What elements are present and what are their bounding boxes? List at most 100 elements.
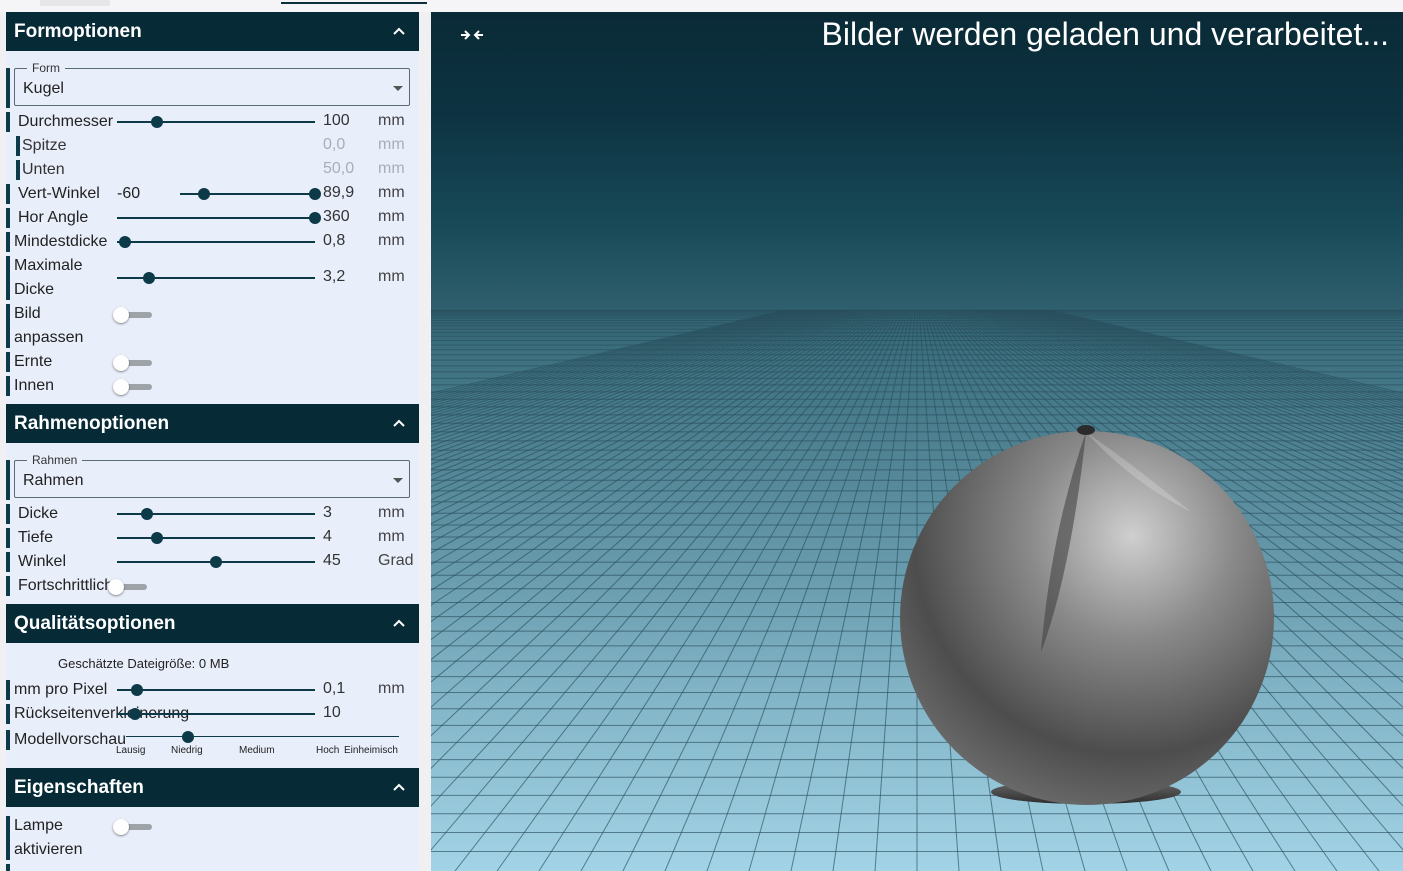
frame-select-value: Rahmen — [23, 472, 84, 489]
model-preview-slider-track[interactable] — [126, 736, 399, 737]
section-header-quality-options[interactable]: Qualitätsoptionen — [6, 604, 419, 643]
top-tab[interactable] — [40, 0, 110, 6]
section-title: Formoptionen — [14, 20, 142, 42]
section-title: Rahmenoptionen — [14, 412, 170, 434]
chevron-up-icon[interactable] — [391, 779, 407, 795]
frame-angle-row: Winkel 45 Grad — [6, 550, 419, 574]
back-reduction-slider-track[interactable] — [117, 713, 315, 715]
field-indicator — [6, 352, 10, 372]
min-thickness-unit: mm — [378, 232, 405, 249]
vert-angle-label: Vert-Winkel — [18, 185, 100, 202]
fit-image-toggle[interactable] — [113, 307, 152, 323]
fit-image-row: Bild anpassen — [6, 302, 419, 350]
bottom-value: 50,0 — [323, 160, 355, 177]
sphere-model[interactable] — [431, 12, 1403, 871]
field-indicator — [6, 704, 10, 724]
toggle-knob[interactable] — [113, 819, 129, 835]
mm-per-pixel-unit: mm — [378, 680, 405, 697]
frame-advanced-label: Fortschrittlich — [18, 577, 114, 594]
field-indicator — [6, 730, 10, 750]
chevron-up-icon[interactable] — [391, 23, 407, 39]
estimated-file-size: Geschätzte Dateigröße: 0 MB — [58, 656, 230, 671]
vert-angle-row: Vert-Winkel -60 89,9 mm — [6, 182, 419, 206]
hor-angle-slider-track[interactable] — [117, 217, 315, 219]
field-indicator — [6, 816, 10, 860]
section-header-frame-options[interactable]: Rahmenoptionen — [6, 404, 419, 443]
toggle-knob[interactable] — [113, 355, 129, 371]
back-reduction-slider-thumb[interactable] — [129, 708, 141, 720]
section-header-properties[interactable]: Eigenschaften — [6, 768, 419, 807]
3d-viewport[interactable]: Bilder werden geladen und verarbeitet... — [431, 12, 1403, 871]
vert-angle-min-thumb[interactable] — [198, 188, 210, 200]
fit-image-label-line1: Bild — [14, 305, 41, 322]
max-thickness-slider-thumb[interactable] — [143, 272, 155, 284]
field-indicator — [6, 576, 10, 596]
mm-per-pixel-value: 0,1 — [323, 680, 346, 697]
max-thickness-label-line1: Maximale — [14, 257, 83, 274]
mm-per-pixel-row: mm pro Pixel 0,1 mm — [6, 678, 419, 702]
options-panel: Formoptionen Form Kugel Durchmesser 100 … — [6, 12, 419, 871]
chevron-up-icon[interactable] — [391, 615, 407, 631]
vert-angle-max-value: 89,9 — [323, 184, 355, 201]
frame-thickness-slider-thumb[interactable] — [141, 508, 153, 520]
model-preview-tick: Niedrig — [171, 745, 203, 756]
hor-angle-unit: mm — [378, 208, 405, 225]
field-indicator — [6, 864, 10, 871]
field-indicator — [6, 208, 10, 228]
form-select-value: Kugel — [23, 80, 64, 97]
mm-per-pixel-slider-track[interactable] — [117, 689, 315, 691]
tip-row: Spitze 0,0 mm — [6, 134, 419, 158]
form-select[interactable]: Form Kugel — [14, 61, 410, 106]
min-thickness-slider-thumb[interactable] — [119, 236, 131, 248]
hor-angle-value: 360 — [323, 208, 350, 225]
crop-toggle[interactable] — [113, 355, 152, 371]
hor-angle-slider-thumb[interactable] — [309, 212, 321, 224]
field-indicator — [6, 460, 10, 500]
lamp-row: Lampe aktivieren — [6, 814, 419, 862]
mm-per-pixel-label: mm pro Pixel — [14, 681, 108, 698]
frame-angle-value: 45 — [323, 552, 341, 569]
frame-depth-label: Tiefe — [18, 529, 53, 546]
diameter-row: Durchmesser 100 mm — [6, 110, 419, 134]
frame-angle-slider-thumb[interactable] — [210, 556, 222, 568]
frame-thickness-value: 3 — [323, 504, 332, 521]
diameter-unit: mm — [378, 112, 405, 129]
tip-value: 0,0 — [323, 136, 346, 153]
frame-depth-row: Tiefe 4 mm — [6, 526, 419, 550]
max-thickness-unit: mm — [378, 268, 405, 285]
field-indicator — [16, 160, 20, 180]
frame-depth-value: 4 — [323, 528, 332, 545]
model-preview-tick: Hoch — [316, 745, 340, 756]
field-indicator — [6, 552, 10, 572]
dropdown-caret-icon — [393, 478, 403, 483]
mm-per-pixel-slider-thumb[interactable] — [131, 684, 143, 696]
frame-angle-unit: Grad — [378, 552, 414, 569]
toggle-knob[interactable] — [108, 579, 124, 595]
active-tab-indicator — [281, 2, 427, 4]
frame-depth-slider-thumb[interactable] — [151, 532, 163, 544]
toggle-knob[interactable] — [113, 307, 129, 323]
field-indicator — [6, 528, 10, 548]
top-tab-strip — [0, 0, 1403, 12]
frame-thickness-label: Dicke — [18, 505, 59, 522]
diameter-slider-thumb[interactable] — [151, 116, 163, 128]
field-indicator — [6, 304, 10, 348]
vert-angle-min-value: -60 — [117, 185, 141, 202]
section-header-form-options[interactable]: Formoptionen — [6, 12, 419, 51]
frame-depth-unit: mm — [378, 528, 405, 545]
field-indicator — [6, 68, 10, 108]
vert-angle-max-thumb[interactable] — [309, 188, 321, 200]
frame-depth-slider-track[interactable] — [117, 537, 315, 539]
min-thickness-slider-track[interactable] — [117, 241, 315, 243]
chevron-up-icon[interactable] — [391, 415, 407, 431]
frame-advanced-toggle[interactable] — [108, 579, 147, 595]
inside-label: Innen — [14, 377, 55, 394]
toggle-knob[interactable] — [113, 379, 129, 395]
frame-thickness-unit: mm — [378, 504, 405, 521]
inside-toggle[interactable] — [113, 379, 152, 395]
field-indicator — [6, 680, 10, 700]
lamp-toggle[interactable] — [113, 819, 152, 835]
model-preview-slider-thumb[interactable] — [182, 731, 194, 743]
diameter-slider-track[interactable] — [117, 121, 315, 123]
frame-select[interactable]: Rahmen Rahmen — [14, 453, 410, 498]
